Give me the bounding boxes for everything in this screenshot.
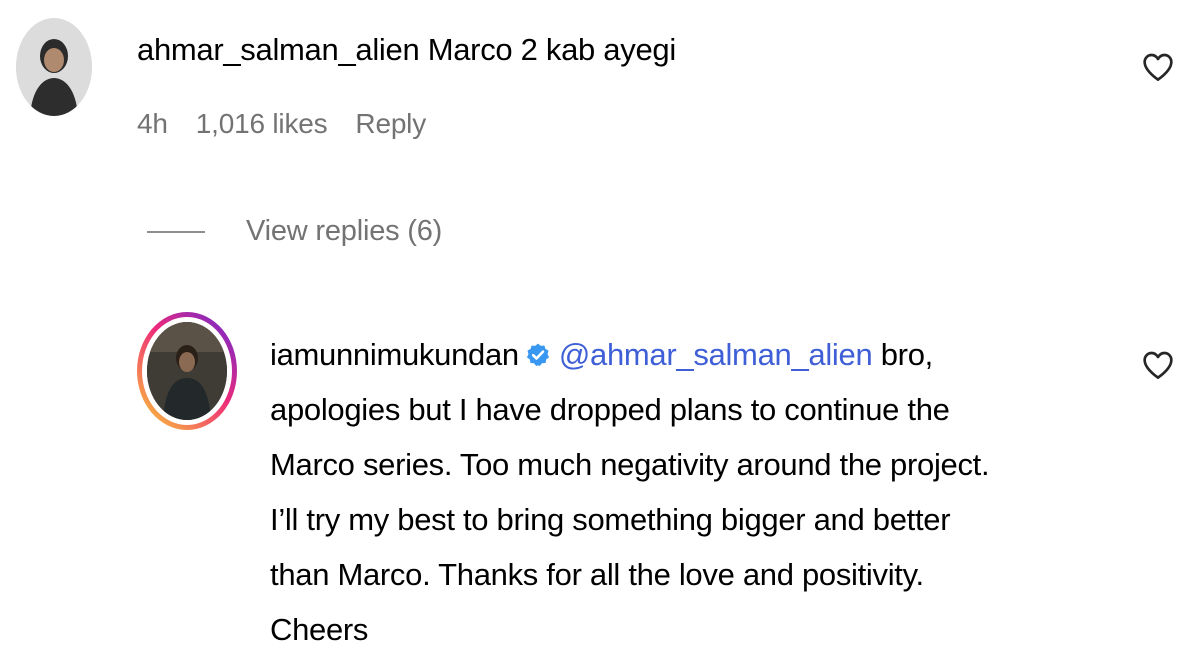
reply-line-3: Marco series. Too much negativity around…	[270, 447, 990, 482]
story-ring[interactable]	[137, 312, 237, 430]
view-replies-button[interactable]: View replies (6)	[246, 210, 442, 252]
avatar-ahmar-salman-alien[interactable]	[16, 18, 92, 116]
avatar-photo	[16, 18, 92, 116]
comment-username[interactable]: ahmar_salman_alien	[137, 32, 420, 67]
reply-first-line: iamunnimukundan @ahmar_salman_alien bro,	[270, 327, 1120, 382]
heart-outline-icon	[1143, 53, 1173, 81]
like-reply-button[interactable]	[1142, 350, 1174, 380]
reply-line-2: apologies but I have dropped plans to co…	[270, 392, 950, 427]
comment-body: Marco 2 kab ayegi	[427, 32, 677, 67]
reply-username[interactable]: iamunnimukundan	[270, 337, 519, 372]
heart-outline-icon	[1143, 351, 1173, 379]
avatar-photo	[147, 322, 227, 420]
view-replies-divider	[147, 231, 205, 233]
reply-line-6: Cheers	[270, 612, 369, 647]
verified-badge-icon	[525, 330, 551, 367]
reply-comment-text: iamunnimukundan @ahmar_salman_alien bro, …	[270, 327, 1120, 657]
reply-line-5: than Marco. Thanks for all the love and …	[270, 557, 924, 592]
avatar-iamunnimukundan	[147, 322, 227, 420]
reply-line-1: bro,	[880, 337, 934, 372]
comment-text: ahmar_salman_alien Marco 2 kab ayegi	[137, 28, 676, 72]
comment-meta: 4h 1,016 likes Reply	[137, 104, 454, 144]
like-comment-button[interactable]	[1142, 52, 1174, 82]
reply-line-4: I’ll try my best to bring something bigg…	[270, 502, 951, 537]
reply-button[interactable]: Reply	[355, 108, 426, 139]
mention-link[interactable]: @ahmar_salman_alien	[559, 337, 873, 372]
comment-likes[interactable]: 1,016 likes	[196, 108, 328, 139]
comment-time: 4h	[137, 108, 168, 139]
